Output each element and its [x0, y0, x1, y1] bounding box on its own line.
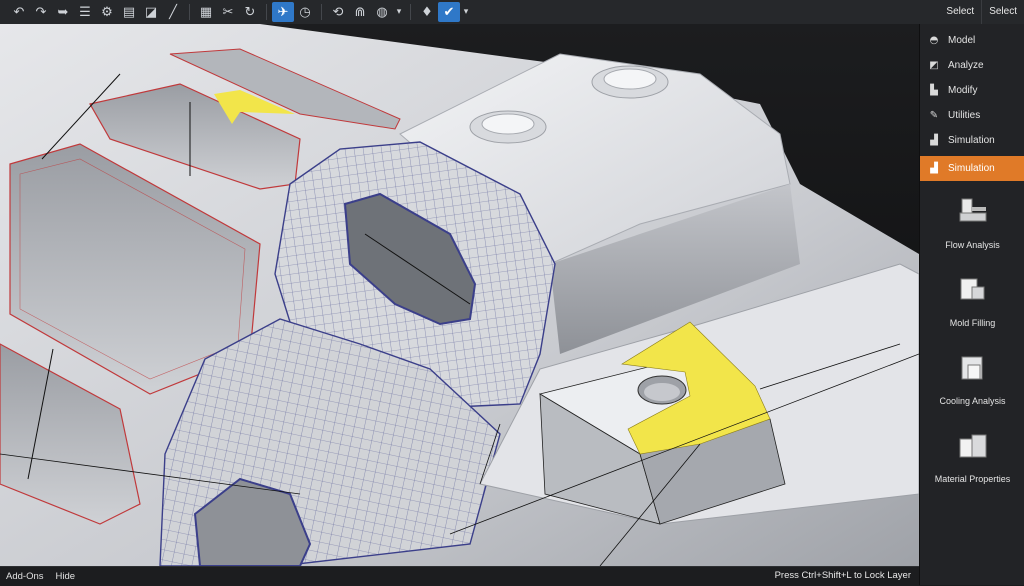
sidebar-item-label: Simulation [948, 135, 995, 146]
toolbar-divider [410, 4, 411, 20]
window-icon[interactable]: ▤ [118, 2, 140, 22]
material-properties-button[interactable]: Material Properties [920, 423, 1024, 501]
cad-model-render [0, 24, 919, 566]
sidebar-item-simulation[interactable]: ▟ Simulation [920, 128, 1024, 153]
chevron-down-icon[interactable]: ▾ [460, 7, 472, 17]
toolbar-divider [189, 4, 190, 20]
sidebar-item-label: Model [948, 35, 976, 46]
undo-icon[interactable]: ↶ [8, 2, 30, 22]
sidebar-item-analyze[interactable]: ◩ Analyze [920, 53, 1024, 78]
material-properties-icon [959, 434, 986, 458]
repeat-icon[interactable]: ➥ [52, 2, 74, 22]
clock-icon[interactable]: ◷ [294, 2, 316, 22]
section-icon[interactable]: ⋒ [349, 2, 371, 22]
3d-viewport[interactable] [0, 24, 919, 566]
chevron-down-icon[interactable]: ▾ [393, 7, 405, 17]
select-button[interactable]: Select [981, 0, 1024, 24]
sidebar-item-label: Utilities [948, 110, 981, 121]
pin-icon[interactable]: ♦ [416, 2, 438, 22]
list-edit-icon[interactable]: ☰ [74, 2, 96, 22]
status-bar: Add-Ons Hide Press Ctrl+Shift+L to Lock … [0, 566, 919, 586]
toolbar-divider [266, 4, 267, 20]
flow-analysis-icon [959, 198, 986, 222]
cooling-analysis-icon [961, 356, 982, 380]
addons-button[interactable]: Add-Ons [0, 571, 50, 582]
globe-icon[interactable]: ◍ [371, 2, 393, 22]
status-hint: Press Ctrl+Shift+L to Lock Layer [774, 570, 911, 581]
sidebar-item-modify[interactable]: ▙ Modify [920, 78, 1024, 103]
cooling-analysis-button[interactable]: Cooling Analysis [920, 345, 1024, 423]
plane-icon[interactable]: ✈ [272, 2, 294, 22]
rotate-icon[interactable]: ↻ [239, 2, 261, 22]
modify-icon: ▙ [930, 85, 938, 96]
simulation-tools: Flow Analysis Mold Filling Cooling Analy… [920, 189, 1024, 501]
select-button[interactable]: Select [939, 0, 981, 24]
sidebar-item-label: Simulation [948, 163, 995, 174]
cut-icon[interactable]: ✂ [217, 2, 239, 22]
assembly-icon[interactable]: ⚙ [96, 2, 118, 22]
sidebar-item-model[interactable]: ◓ Model [920, 28, 1024, 53]
sidebar-item-label: Modify [948, 85, 978, 96]
redo-icon[interactable]: ↷ [30, 2, 52, 22]
main-toolbar: ↶ ↷ ➥ ☰ ⚙ ▤ ◪ ╱ ▦ ✂ ↻ ✈ ◷ ⟲ ⋒ ◍ ▾ ♦ ✔ ▾ … [0, 0, 1024, 25]
tool-label: Cooling Analysis [939, 396, 1006, 406]
sidebar-item-label: Analyze [948, 60, 984, 71]
tool-label: Material Properties [934, 474, 1011, 484]
pen-icon[interactable]: ╱ [162, 2, 184, 22]
mold-filling-icon [960, 278, 984, 300]
side-panel: ◓ Model ◩ Analyze ▙ Modify ✎ Utilities ▟… [919, 24, 1024, 585]
sidebar-item-simulation-active[interactable]: ▟ Simulation [920, 156, 1024, 181]
toolbar-divider [321, 4, 322, 20]
selection-mode: Select Select [939, 0, 1024, 24]
loop-icon[interactable]: ⟲ [327, 2, 349, 22]
simulation-icon: ▟ [930, 163, 938, 174]
hide-button[interactable]: Hide [50, 571, 82, 582]
tool-label: Flow Analysis [945, 240, 1000, 250]
tool-label: Mold Filling [949, 318, 996, 328]
analyze-icon: ◩ [929, 60, 939, 71]
check-icon[interactable]: ✔ [438, 2, 460, 22]
panel-icon[interactable]: ▦ [195, 2, 217, 22]
utilities-icon: ✎ [929, 110, 939, 121]
mold-filling-button[interactable]: Mold Filling [920, 267, 1024, 345]
simulation-icon: ▟ [930, 135, 938, 146]
bookmark-icon[interactable]: ◪ [140, 2, 162, 22]
flow-analysis-button[interactable]: Flow Analysis [920, 189, 1024, 267]
sidebar-item-utilities[interactable]: ✎ Utilities [920, 103, 1024, 128]
model-icon: ◓ [929, 35, 939, 46]
